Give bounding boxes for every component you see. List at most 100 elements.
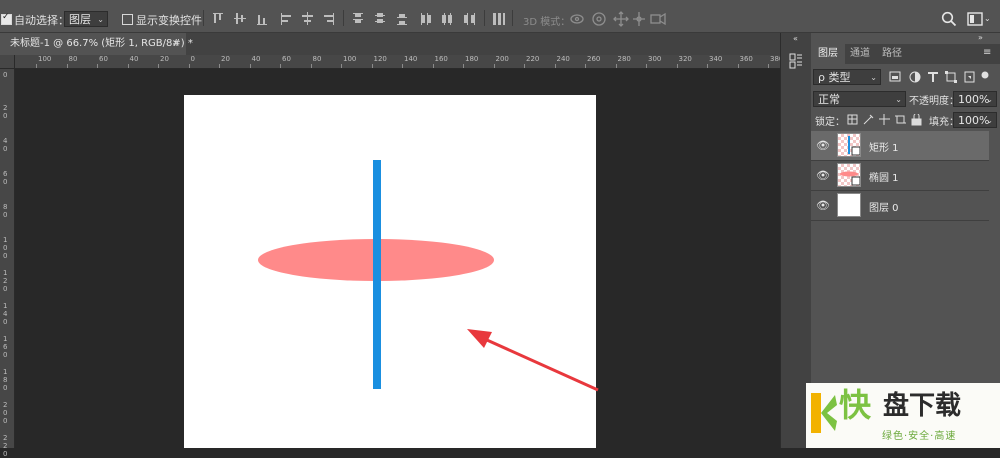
visibility-eye-icon[interactable]: 👁	[816, 139, 830, 152]
show-transform-checkbox[interactable]	[122, 14, 133, 25]
layer-thumbnail	[837, 163, 861, 187]
panel-tabs: 图层 通道 路径 ≡	[811, 44, 1000, 64]
ruler-tick	[615, 64, 617, 68]
ruler-label: 1 6 0	[3, 335, 8, 359]
distribute-hcenter-icon	[442, 13, 452, 25]
3d-mode-label: 3D 模式：	[523, 17, 571, 28]
lock-image-icon	[863, 114, 874, 125]
tab-paths[interactable]: 路径	[875, 44, 909, 64]
distribute-bottom-icon	[397, 14, 407, 25]
opacity-input[interactable]: 100% ⌄	[953, 91, 997, 107]
ruler-label: 100	[38, 55, 52, 63]
fill-input[interactable]: 100% ⌄	[953, 112, 997, 128]
auto-select-target-value: 图层	[69, 13, 91, 26]
ruler-label: 40	[129, 55, 139, 63]
tab-layers[interactable]: 图层	[811, 44, 845, 64]
ruler-label: 1 4 0	[3, 302, 8, 326]
3d-scale-icon	[650, 12, 666, 26]
ruler-label: 4 0	[3, 137, 8, 153]
ruler-label: 260	[587, 55, 601, 63]
distribute-left-icon	[421, 13, 431, 25]
ruler-tick	[310, 64, 312, 68]
rectangle-layer-shape[interactable]	[373, 160, 381, 389]
layer-filter-icons	[889, 71, 989, 83]
lock-transparent-icon	[847, 114, 858, 125]
align-hcenter-icon	[302, 12, 313, 25]
ruler-horizontal: 100 80 60 40 20 0 20 40 60 80 100 120 140 160 180 200 22…	[14, 55, 783, 69]
tab-channels[interactable]: 通道	[843, 44, 877, 64]
ruler-tick	[524, 64, 525, 68]
visibility-eye-icon[interactable]: 👁	[816, 199, 830, 212]
ruler-tick	[554, 64, 556, 68]
ruler-label: 120	[373, 55, 387, 63]
layer-thumbnail	[837, 133, 861, 157]
ruler-tick	[66, 64, 68, 68]
layer-row-background[interactable]: 👁 图层 0	[811, 191, 989, 221]
align-top-icon	[213, 13, 223, 23]
visibility-eye-icon[interactable]: 👁	[816, 169, 830, 182]
ruler-tick	[707, 64, 708, 68]
distribute-icons-group	[353, 13, 475, 25]
ruler-tick	[768, 64, 769, 68]
ruler-label: 100	[343, 55, 357, 63]
search-icon[interactable]	[941, 11, 957, 27]
ruler-label: 220	[526, 55, 540, 63]
document-tab[interactable]: 未标题-1 @ 66.7% (矩形 1, RGB/8#) * ×	[0, 33, 193, 55]
chevron-down-icon[interactable]: ⌄	[984, 14, 991, 23]
lock-all-icon	[911, 114, 922, 126]
workspace-icon[interactable]	[967, 11, 983, 27]
history-icon[interactable]	[789, 53, 803, 69]
lock-artboard-icon	[895, 115, 906, 124]
ruler-tick	[280, 64, 281, 68]
ruler-label: 0	[3, 71, 8, 79]
ruler-tick	[402, 64, 403, 68]
ruler-label: 320	[678, 55, 692, 63]
ruler-label: 180	[465, 55, 479, 63]
align-icons-group	[213, 12, 334, 25]
fill-value: 100%	[958, 114, 990, 127]
auto-align-icon[interactable]	[492, 12, 506, 26]
ruler-label: 80	[312, 55, 322, 63]
separator	[343, 10, 344, 26]
ruler-label: 20	[160, 55, 169, 63]
3d-roll-icon	[592, 12, 606, 26]
lock-position-icon	[879, 114, 890, 125]
ruler-label: 2 2 0	[3, 434, 8, 458]
auto-select-checkbox[interactable]	[1, 12, 12, 25]
logo-mark-icon	[811, 393, 837, 433]
ruler-tick	[676, 64, 678, 68]
close-icon[interactable]: ×	[172, 33, 180, 55]
align-bottom-icon	[257, 15, 267, 25]
chevron-down-icon: ⌄	[97, 15, 104, 24]
layer-row-rectangle[interactable]: 👁 矩形 1	[811, 131, 989, 161]
ruler-tick	[341, 64, 342, 68]
layer-row-ellipse[interactable]: 👁 椭圆 1	[811, 161, 989, 191]
ruler-label: 40	[251, 55, 261, 63]
ruler-label: 300	[648, 55, 662, 63]
opacity-value: 100%	[958, 93, 990, 106]
ruler-label: 60	[99, 55, 108, 63]
blend-mode-dropdown[interactable]: 正常 ⌄	[813, 91, 906, 107]
lock-label: 锁定：	[815, 117, 845, 128]
layer-filter-dropdown[interactable]: ρ 类型 ⌄	[813, 69, 881, 85]
ruler-label: 60	[282, 55, 291, 63]
collapse-arrows-icon[interactable]: «	[793, 34, 798, 43]
3d-tools-group	[570, 11, 666, 27]
layer-thumbnail	[837, 193, 861, 217]
options-bar: 自动选择： 图层 ⌄ 显示变换控件 3D 模式：	[0, 6, 1000, 33]
watermark-logo: 快 盘下载 绿色·安全·高速	[806, 383, 1000, 448]
ruler-tick	[493, 64, 495, 68]
collapse-arrows-icon[interactable]: »	[978, 33, 983, 42]
ellipse-thumbnail-icon	[840, 171, 860, 186]
auto-select-target-dropdown[interactable]: 图层 ⌄	[64, 11, 108, 27]
separator	[203, 10, 204, 26]
distribute-vcenter-icon	[375, 13, 385, 23]
ruler-tick	[249, 64, 251, 68]
panel-menu-icon[interactable]: ≡	[983, 47, 991, 58]
ruler-label: 340	[709, 55, 723, 63]
align-right-icon	[324, 13, 334, 25]
filter-smart-object-icon	[964, 71, 975, 83]
rectangle-thumbnail-icon	[848, 136, 860, 156]
ruler-corner[interactable]	[0, 55, 15, 69]
ruler-label: 200	[495, 55, 509, 63]
